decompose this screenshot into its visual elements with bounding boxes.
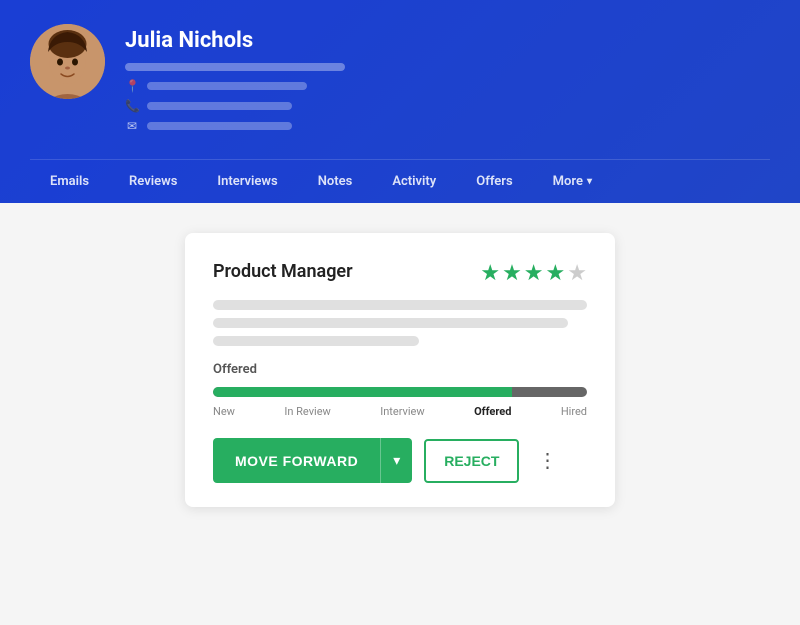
candidate-card: Product Manager ★ ★ ★ ★ ★ Offered New In… (185, 233, 615, 507)
tab-offers[interactable]: Offers (456, 160, 532, 203)
progress-labels: New In Review Interview Offered Hired (213, 405, 587, 418)
candidate-info: Julia Nichols 📍 📞 ✉ (125, 24, 770, 139)
move-forward-dropdown-button[interactable]: ▾ (380, 438, 412, 483)
main-content: Product Manager ★ ★ ★ ★ ★ Offered New In… (0, 203, 800, 537)
phone-bar (147, 102, 292, 110)
star-3: ★ (524, 261, 544, 286)
location-icon: 📍 (125, 79, 139, 93)
email-bar (147, 122, 292, 130)
email-row: ✉ (125, 119, 770, 133)
text-line-2 (213, 318, 568, 328)
more-dots-icon: ⋮ (537, 450, 559, 472)
progress-bar (213, 387, 587, 397)
stage-hired: Hired (561, 405, 587, 418)
phone-row: 📞 (125, 99, 770, 113)
chevron-down-icon: ▾ (393, 452, 400, 468)
stage-in-review: In Review (284, 405, 330, 418)
tab-more[interactable]: More ▾ (533, 160, 612, 203)
star-rating: ★ ★ ★ ★ ★ (480, 261, 587, 286)
description-lines (213, 300, 587, 346)
chevron-down-icon: ▾ (587, 176, 592, 187)
text-line-3 (213, 336, 419, 346)
star-1: ★ (480, 261, 500, 286)
move-forward-button[interactable]: MOVE FORWARD (213, 438, 380, 483)
action-buttons: MOVE FORWARD ▾ REJECT ⋮ (213, 438, 587, 483)
tab-activity[interactable]: Activity (372, 160, 456, 203)
stage-label: Offered (213, 362, 587, 377)
stage-new: New (213, 405, 235, 418)
progress-fill (213, 387, 512, 397)
star-5-empty: ★ (567, 261, 587, 286)
tab-reviews[interactable]: Reviews (109, 160, 197, 203)
stage-offered: Offered (474, 405, 511, 418)
star-2: ★ (502, 261, 522, 286)
more-options-button[interactable]: ⋮ (527, 439, 569, 483)
move-forward-group: MOVE FORWARD ▾ (213, 438, 412, 483)
nav-tabs: Emails Reviews Interviews Notes Activity… (30, 159, 770, 203)
tab-notes[interactable]: Notes (298, 160, 373, 203)
tab-interviews[interactable]: Interviews (197, 160, 297, 203)
avatar (30, 24, 105, 99)
phone-icon: 📞 (125, 99, 139, 113)
candidate-header: Julia Nichols 📍 📞 ✉ Emails Reviews Inter (0, 0, 800, 203)
job-title: Product Manager (213, 261, 353, 282)
email-icon: ✉ (125, 119, 139, 133)
name-bar (125, 63, 345, 71)
star-4: ★ (546, 261, 566, 286)
location-row: 📍 (125, 79, 770, 93)
reject-button[interactable]: REJECT (424, 439, 519, 483)
location-bar (147, 82, 307, 90)
candidate-name: Julia Nichols (125, 28, 770, 53)
stage-interview: Interview (380, 405, 424, 418)
tab-emails[interactable]: Emails (30, 160, 109, 203)
text-line-1 (213, 300, 587, 310)
card-header: Product Manager ★ ★ ★ ★ ★ (213, 261, 587, 286)
